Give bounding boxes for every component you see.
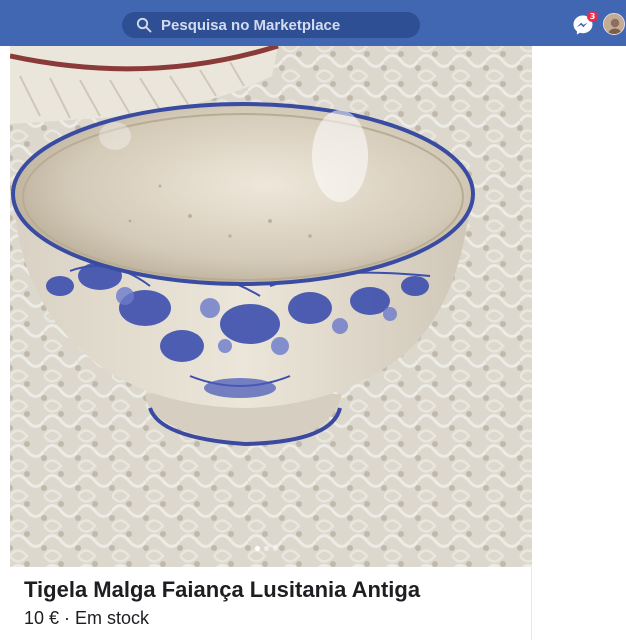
carousel-dot[interactable] bbox=[273, 546, 278, 551]
carousel-dot[interactable] bbox=[255, 546, 260, 551]
top-navigation-bar: 3 bbox=[0, 0, 626, 46]
search-icon bbox=[136, 17, 152, 33]
stock-status: Em stock bbox=[75, 608, 150, 628]
bowl-photo bbox=[10, 46, 532, 567]
listing-price: 10 € bbox=[24, 608, 60, 628]
listing-photo[interactable] bbox=[10, 46, 532, 567]
listing-price-status: 10 € · Em stock bbox=[24, 608, 149, 629]
listing-title: Tigela Malga Faiança Lusitania Antiga bbox=[24, 577, 421, 602]
listing-card[interactable]: Tigela Malga Faiança Lusitania Antiga 10… bbox=[10, 46, 532, 640]
notification-badge: 3 bbox=[587, 11, 598, 22]
carousel-dot[interactable] bbox=[264, 546, 269, 551]
separator: · bbox=[59, 608, 76, 628]
avatar[interactable] bbox=[603, 13, 625, 35]
photo-carousel-indicator[interactable] bbox=[255, 546, 278, 551]
search-input[interactable] bbox=[161, 16, 401, 34]
search-bar[interactable] bbox=[122, 12, 420, 38]
avatar-image bbox=[604, 14, 624, 34]
